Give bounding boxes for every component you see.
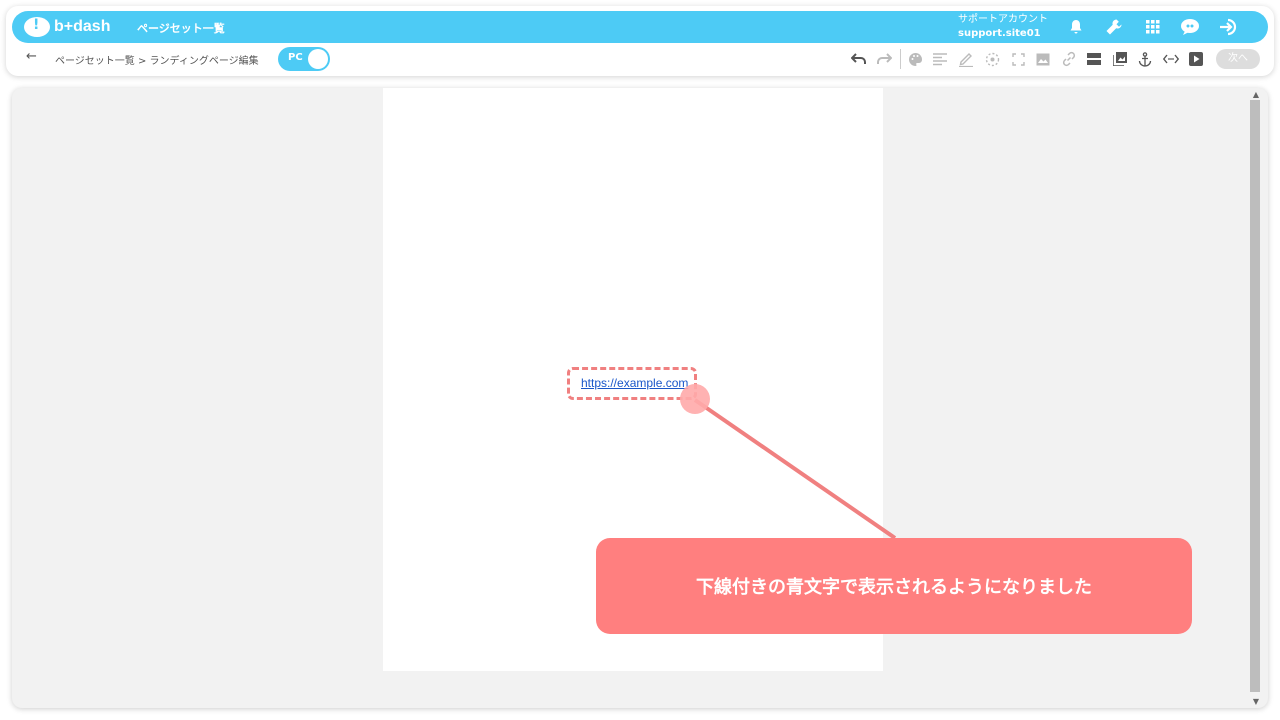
scrollbar[interactable] <box>1250 100 1260 692</box>
logo[interactable]: b+dash <box>24 15 110 39</box>
scroll-down-icon[interactable]: ▼ <box>1253 697 1259 706</box>
callout-text: 下線付きの青文字で表示されるようになりました <box>696 577 1092 598</box>
device-toggle[interactable]: PC <box>278 47 330 71</box>
top-navigation-bar: b+dash ページセット一覧 サポートアカウント support.site01 <box>12 11 1268 43</box>
logo-icon <box>24 17 50 37</box>
link-icon[interactable] <box>1059 49 1079 69</box>
scroll-up-icon[interactable]: ▲ <box>1253 90 1259 99</box>
pen-icon[interactable] <box>956 49 976 69</box>
account-info[interactable]: サポートアカウント support.site01 <box>958 13 1048 41</box>
anchor-icon[interactable] <box>1135 49 1155 69</box>
code-icon[interactable] <box>1161 49 1181 69</box>
breadcrumb: ページセット一覧 > ランディングページ編集 <box>55 56 259 67</box>
wrench-icon[interactable] <box>1104 17 1124 37</box>
toggle-knob <box>308 49 328 69</box>
highlight-box <box>567 367 697 400</box>
page-set-list-link[interactable]: ページセット一覧 <box>137 20 225 36</box>
redo-icon[interactable] <box>874 49 894 69</box>
image-icon[interactable] <box>1033 49 1053 69</box>
editor-toolbar: ← ページセット一覧 > ランディングページ編集 PC 次へ <box>12 46 1268 72</box>
align-text-icon[interactable] <box>930 49 950 69</box>
fullscreen-icon[interactable] <box>1008 49 1028 69</box>
device-toggle-label: PC <box>288 52 303 63</box>
callout-message: 下線付きの青文字で表示されるようになりました <box>596 538 1192 634</box>
bell-icon[interactable] <box>1066 17 1086 37</box>
apps-grid-icon[interactable] <box>1143 17 1163 37</box>
gallery-icon[interactable] <box>1110 49 1130 69</box>
logo-text: b+dash <box>54 18 111 35</box>
toolbar-divider <box>900 49 901 69</box>
logout-icon[interactable] <box>1219 17 1239 37</box>
account-id: support.site01 <box>958 28 1041 39</box>
undo-icon[interactable] <box>849 49 869 69</box>
palette-icon[interactable] <box>905 49 925 69</box>
circle-select-icon[interactable] <box>982 49 1002 69</box>
chat-icon[interactable] <box>1180 17 1200 37</box>
video-icon[interactable] <box>1186 49 1206 69</box>
back-arrow-icon[interactable]: ← <box>26 49 37 64</box>
section-icon[interactable] <box>1084 49 1104 69</box>
account-name: サポートアカウント <box>958 14 1048 25</box>
next-button[interactable]: 次へ <box>1216 49 1260 69</box>
